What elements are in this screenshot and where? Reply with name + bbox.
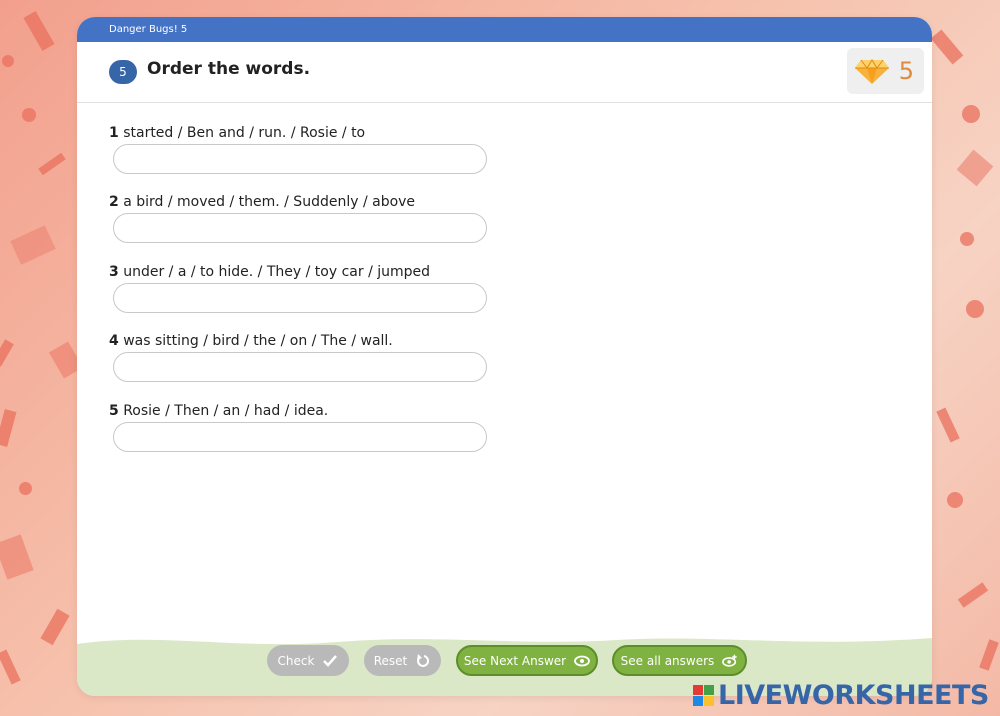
background-confetti	[936, 407, 960, 443]
question-text: 4 was sitting / bird / the / on / The / …	[109, 333, 509, 349]
question-item: 1 started / Ben and / run. / Rosie / to	[109, 125, 509, 174]
exercise-instruction: Order the words.	[147, 59, 311, 79]
question-item: 4 was sitting / bird / the / on / The / …	[109, 333, 509, 382]
question-number: 1	[109, 125, 119, 141]
points-value: 5	[898, 57, 914, 85]
question-words: Rosie / Then / an / had / idea.	[118, 403, 329, 419]
background-confetti	[957, 582, 989, 608]
checkmark-icon	[323, 654, 338, 667]
background-confetti	[38, 152, 66, 176]
background-confetti	[956, 149, 994, 187]
background-dot	[966, 300, 984, 318]
question-item: 2 a bird / moved / them. / Suddenly / ab…	[109, 194, 509, 243]
question-number: 2	[109, 194, 119, 210]
question-words: under / a / to hide. / They / toy car / …	[118, 264, 431, 280]
answer-input[interactable]	[113, 144, 487, 174]
background-confetti	[0, 409, 17, 447]
background-confetti	[40, 608, 70, 646]
background-dot	[947, 492, 963, 508]
background-dot	[22, 108, 36, 122]
question-number: 5	[109, 403, 119, 419]
logo-text: LIVEWORKSHEETS	[718, 679, 989, 711]
background-confetti	[930, 29, 964, 65]
background-confetti	[10, 225, 56, 265]
reset-button-label: Reset	[373, 653, 408, 668]
question-number: 4	[109, 333, 119, 349]
question-item: 5 Rosie / Then / an / had / idea.	[109, 403, 509, 452]
answer-input[interactable]	[113, 283, 487, 313]
check-button[interactable]: Check	[267, 645, 349, 676]
worksheet-card: Danger Bugs! 5 5 Order the words. 5 1 st…	[77, 17, 932, 696]
background-confetti	[0, 339, 14, 367]
answer-input[interactable]	[113, 422, 487, 452]
eye-icon	[574, 655, 590, 666]
background-confetti	[979, 639, 999, 671]
exercise-header: 5 Order the words. 5	[77, 42, 932, 103]
worksheet-topbar: Danger Bugs! 5	[77, 17, 932, 42]
question-words: was sitting / bird / the / on / The / wa…	[118, 333, 393, 349]
worksheet-title: Danger Bugs! 5	[109, 24, 188, 35]
background-dot	[962, 105, 980, 123]
question-text: 2 a bird / moved / them. / Suddenly / ab…	[109, 194, 509, 210]
answer-input[interactable]	[113, 213, 487, 243]
question-number: 3	[109, 264, 119, 280]
question-text: 1 started / Ben and / run. / Rosie / to	[109, 125, 509, 141]
reset-button[interactable]: Reset	[364, 645, 441, 676]
points-box: 5	[847, 48, 924, 94]
background-dot	[960, 232, 974, 246]
logo-grid-icon	[693, 684, 714, 706]
answer-input[interactable]	[113, 352, 487, 382]
diamond-gem-icon	[855, 59, 889, 84]
question-text: 3 under / a / to hide. / They / toy car …	[109, 264, 509, 280]
background-confetti	[23, 11, 55, 51]
background-dot	[19, 482, 32, 495]
background-confetti	[0, 534, 34, 580]
liveworksheets-logo: LIVEWORKSHEETS	[693, 679, 989, 711]
exercise-number-badge: 5	[109, 60, 137, 84]
check-button-label: Check	[277, 653, 315, 668]
question-text: 5 Rosie / Then / an / had / idea.	[109, 403, 509, 419]
see-next-answer-button[interactable]: See Next Answer	[456, 645, 598, 676]
see-next-answer-label: See Next Answer	[463, 653, 567, 668]
background-confetti	[0, 649, 21, 685]
reset-icon	[417, 653, 430, 667]
eye-plus-icon	[722, 654, 737, 667]
see-all-answers-label: See all answers	[620, 653, 715, 668]
question-words: started / Ben and / run. / Rosie / to	[118, 125, 366, 141]
question-words: a bird / moved / them. / Suddenly / abov…	[118, 194, 416, 210]
question-item: 3 under / a / to hide. / They / toy car …	[109, 264, 509, 313]
background-dot	[2, 55, 14, 67]
see-all-answers-button[interactable]: See all answers	[612, 645, 747, 676]
